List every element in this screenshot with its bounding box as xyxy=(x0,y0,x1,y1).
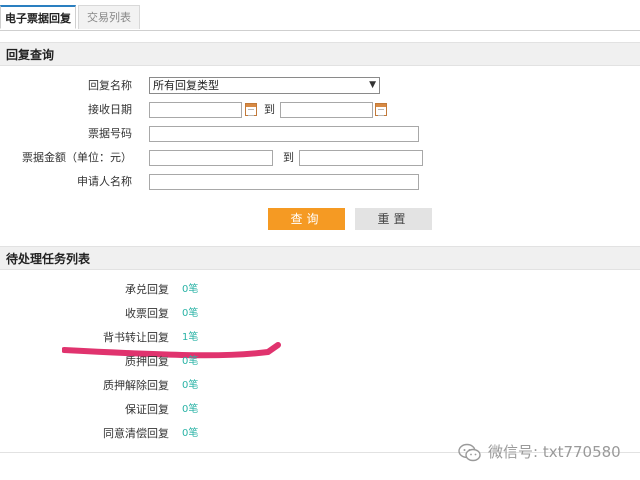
wechat-icon xyxy=(458,443,481,461)
watermark: 微信号: txt770580 xyxy=(458,440,621,464)
calendar-icon[interactable] xyxy=(375,103,387,116)
task-count-guarantee-reply[interactable]: 0笔 xyxy=(182,403,198,417)
task-count-acceptance-reply[interactable]: 0笔 xyxy=(182,283,198,297)
task-label-receipt-reply: 收票回复 xyxy=(125,307,169,320)
query-section-title: 回复查询 xyxy=(0,42,640,66)
tab-transaction-list[interactable]: 交易列表 xyxy=(78,5,140,29)
bill-number-input[interactable] xyxy=(149,126,419,142)
reset-button[interactable]: 重置 xyxy=(355,208,432,230)
receive-date-start-input[interactable] xyxy=(149,102,242,118)
task-label-pledge-reply: 质押回复 xyxy=(125,355,169,368)
amount-min-input[interactable] xyxy=(149,150,273,166)
date-to-label: 到 xyxy=(264,103,275,116)
receive-date-label: 接收日期 xyxy=(88,103,132,116)
applicant-name-input[interactable] xyxy=(149,174,419,190)
calendar-icon[interactable] xyxy=(245,103,257,116)
reply-type-select[interactable]: 所有回复类型 ▼ xyxy=(149,77,380,94)
reply-type-select-value: 所有回复类型 xyxy=(153,79,219,92)
task-label-acceptance-reply: 承兑回复 xyxy=(125,283,169,296)
task-section-title: 待处理任务列表 xyxy=(0,246,640,270)
applicant-name-label: 申请人名称 xyxy=(77,175,132,188)
task-label-pledge-release-reply: 质押解除回复 xyxy=(103,379,169,392)
amount-label: 票据金额（单位：元） xyxy=(22,151,132,164)
task-label-guarantee-reply: 保证回复 xyxy=(125,403,169,416)
task-count-pledge-reply[interactable]: 0笔 xyxy=(182,355,198,369)
tab-bar: 电子票据回复 交易列表 xyxy=(0,0,640,31)
amount-max-input[interactable] xyxy=(299,150,423,166)
chevron-down-icon: ▼ xyxy=(369,80,376,90)
task-count-receipt-reply[interactable]: 0笔 xyxy=(182,307,198,321)
receive-date-end-input[interactable] xyxy=(280,102,373,118)
bill-number-label: 票据号码 xyxy=(88,127,132,140)
tab-electronic-bill-reply[interactable]: 电子票据回复 xyxy=(0,5,76,29)
query-button[interactable]: 查询 xyxy=(268,208,345,230)
task-count-settlement-agree-reply[interactable]: 0笔 xyxy=(182,427,198,441)
task-count-pledge-release-reply[interactable]: 0笔 xyxy=(182,379,198,393)
watermark-text: 微信号: txt770580 xyxy=(488,443,621,461)
amount-to-label: 到 xyxy=(283,151,294,164)
reply-name-label: 回复名称 xyxy=(88,79,132,92)
task-label-settlement-agree-reply: 同意清偿回复 xyxy=(103,427,169,440)
